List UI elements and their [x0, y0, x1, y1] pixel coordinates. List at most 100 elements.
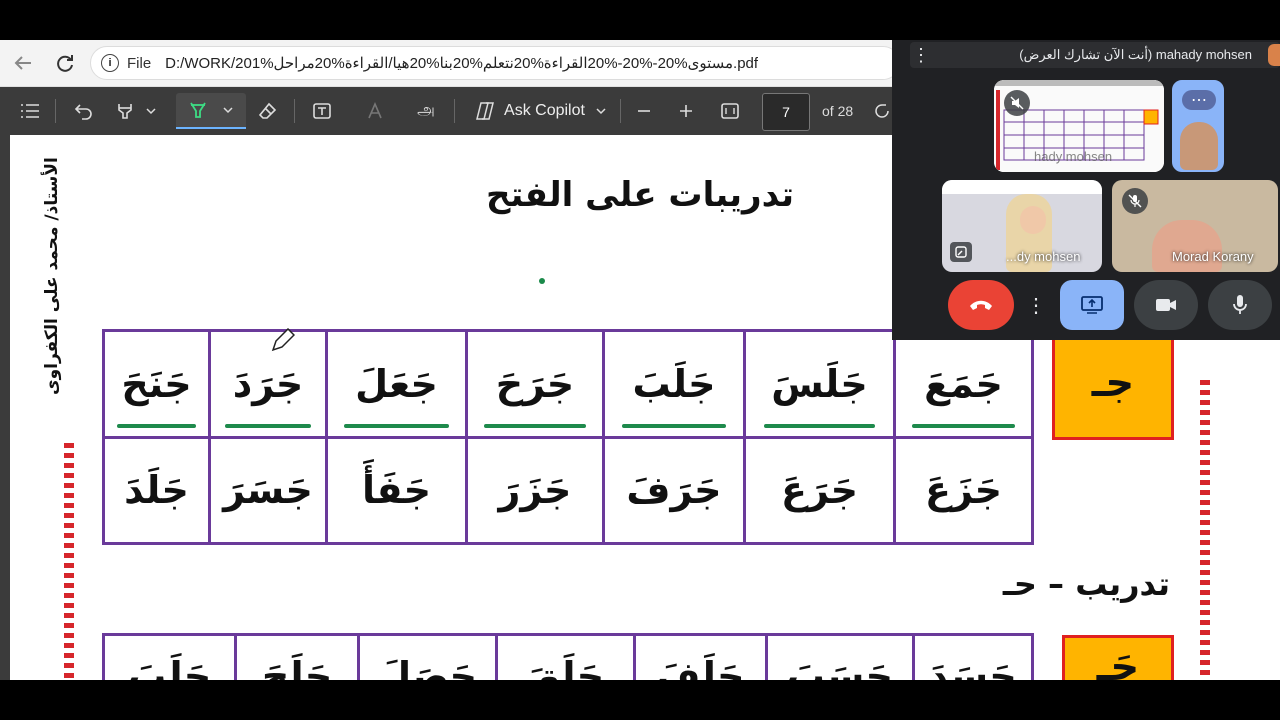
video-camera-icon: [1156, 299, 1176, 311]
word-cell: جَزَعَ: [893, 435, 1034, 545]
reload-icon: [57, 55, 73, 72]
chevron-down-icon: [223, 107, 233, 114]
ask-copilot-button[interactable]: Ask Copilot: [468, 93, 613, 129]
text-format-button[interactable]: [360, 93, 392, 129]
decorative-border-left: [64, 443, 74, 680]
word-cell: حَصَلَ: [356, 633, 499, 680]
minus-icon: [638, 110, 650, 112]
word-cell: حَلَبَ: [101, 633, 238, 680]
expand-icon[interactable]: [950, 242, 972, 262]
word-cell: جَمَعَ: [893, 329, 1034, 439]
letter-haa: حَـ: [1096, 644, 1140, 680]
more-options-icon[interactable]: ⋮: [910, 46, 932, 64]
undo-button[interactable]: [68, 93, 100, 129]
end-call-button[interactable]: [948, 280, 1014, 330]
read-aloud-icon: அ: [417, 102, 435, 119]
list-icon: [21, 104, 39, 118]
font-icon: [368, 101, 382, 119]
word-cell: جَفَأَ: [325, 435, 468, 545]
text-box-icon: [313, 103, 331, 119]
mic-off-icon: [1004, 90, 1030, 116]
green-underline: [224, 423, 312, 428]
green-underline: [763, 423, 876, 428]
url-field[interactable]: i File D:/WORK/201%مستوى%20-%20-%20القرا…: [90, 46, 900, 80]
tile-name: Morad Korany: [1172, 249, 1254, 264]
section-title-haa: تدريب – حـ: [1002, 565, 1170, 603]
participant-video: [1152, 220, 1222, 272]
self-view-tile[interactable]: ⋯: [1172, 80, 1224, 172]
undo-icon: [74, 104, 92, 120]
word-cell: جَزَرَ: [465, 435, 605, 545]
word-cell: جَلَدَ: [102, 435, 211, 545]
erase-button[interactable]: [252, 93, 284, 129]
url-text: D:/WORK/201%مستوى%20-%20-%20القراءة%20نت…: [165, 55, 759, 72]
screen: i File D:/WORK/201%مستوى%20-%20-%20القرا…: [0, 0, 1280, 720]
meet-header: ⋮ mahady mohsen (أنت الآن تشارك العرض): [910, 42, 1280, 68]
zoom-out-button[interactable]: [628, 93, 660, 129]
author-text: الأستاذ/ محمد على الكفراوى: [42, 157, 62, 395]
participant-tile[interactable]: ...dy mohsen: [942, 180, 1102, 272]
word-cell: جَنَحَ: [102, 329, 211, 439]
fit-page-button[interactable]: [714, 93, 746, 129]
present-button[interactable]: [1060, 280, 1124, 330]
meet-floating-window: ⋮ mahady mohsen (أنت الآن تشارك العرض) h…: [892, 40, 1280, 340]
arrow-left-icon: [14, 56, 31, 70]
word-cell: جَرَحَ: [465, 329, 605, 439]
reload-button[interactable]: [50, 48, 80, 78]
decorative-border-right: [1200, 380, 1210, 680]
green-underline: [621, 423, 727, 428]
highlight-button[interactable]: [176, 93, 246, 129]
participant-video: [1180, 122, 1218, 170]
page-number-input[interactable]: 7: [762, 93, 810, 131]
zoom-in-button[interactable]: [670, 93, 702, 129]
microphone-button[interactable]: [1208, 280, 1272, 330]
word-cell: حَلَفَ: [632, 633, 769, 680]
letter-box-jeem: جـ: [1052, 325, 1174, 440]
words-table-jeem: جَمَعَ جَلَسَ جَلَبَ جَرَحَ جَعَلَ جَرَد…: [102, 328, 1034, 545]
draw-button[interactable]: [108, 93, 164, 129]
participant-tile[interactable]: Morad Korany: [1112, 180, 1278, 272]
table-row: حَسَدَ حَسَبَ حَلَفَ حَلَقَ حَصَلَ حَلَج…: [101, 633, 1035, 680]
word-cell: جَعَلَ: [325, 329, 468, 439]
letter-jeem: جـ: [1091, 359, 1135, 406]
word-cell: جَرَعَ: [743, 435, 896, 545]
add-text-button[interactable]: [306, 93, 338, 129]
presenting-status: mahady mohsen (أنت الآن تشارك العرض): [1019, 47, 1252, 62]
eraser-icon: [258, 102, 277, 119]
mic-off-icon: [1122, 188, 1148, 214]
contents-button[interactable]: [14, 93, 46, 129]
rotate-icon: [875, 104, 889, 118]
camera-button[interactable]: [1134, 280, 1198, 330]
green-underline: [344, 423, 449, 428]
word-cell: جَلَبَ: [602, 329, 746, 439]
microphone-icon: [1233, 295, 1247, 314]
word-cell: حَسَبَ: [765, 633, 915, 680]
back-button[interactable]: [8, 48, 38, 78]
presentation-tile[interactable]: hady mohsen: [994, 80, 1164, 172]
green-underline: [912, 423, 1015, 428]
word-cell: حَلَجَ: [234, 633, 360, 680]
word-cell: حَسَدَ: [911, 633, 1035, 680]
word-cell: جَلَسَ: [743, 329, 896, 439]
copilot-icon: [476, 102, 494, 120]
highlighter-icon: [190, 102, 206, 118]
letter-box-haa: حَـ: [1062, 635, 1174, 680]
more-options-icon[interactable]: ⋯: [1182, 90, 1216, 110]
fit-page-icon: [721, 103, 739, 119]
green-underline: [117, 423, 196, 428]
rotate-button[interactable]: [872, 93, 892, 129]
dot-mark: [539, 278, 545, 284]
word-cell: جَرَفَ: [602, 435, 746, 545]
more-actions-button[interactable]: ⋮: [1022, 280, 1050, 330]
url-scheme: File: [127, 54, 152, 72]
green-underline: [484, 423, 586, 428]
word-cell: جَسَرَ: [208, 435, 328, 545]
page-gutter: [0, 135, 10, 680]
word-cell: حَلَقَ: [495, 633, 636, 680]
info-icon[interactable]: i: [101, 54, 119, 72]
more-options-icon: ⋮: [1026, 294, 1046, 317]
present-screen-icon: [1081, 296, 1103, 314]
read-aloud-button[interactable]: அ: [410, 93, 442, 129]
table-row: جَزَعَ جَرَعَ جَرَفَ جَزَرَ جَفَأَ جَسَر…: [102, 435, 1034, 545]
avatar: [1268, 44, 1280, 66]
